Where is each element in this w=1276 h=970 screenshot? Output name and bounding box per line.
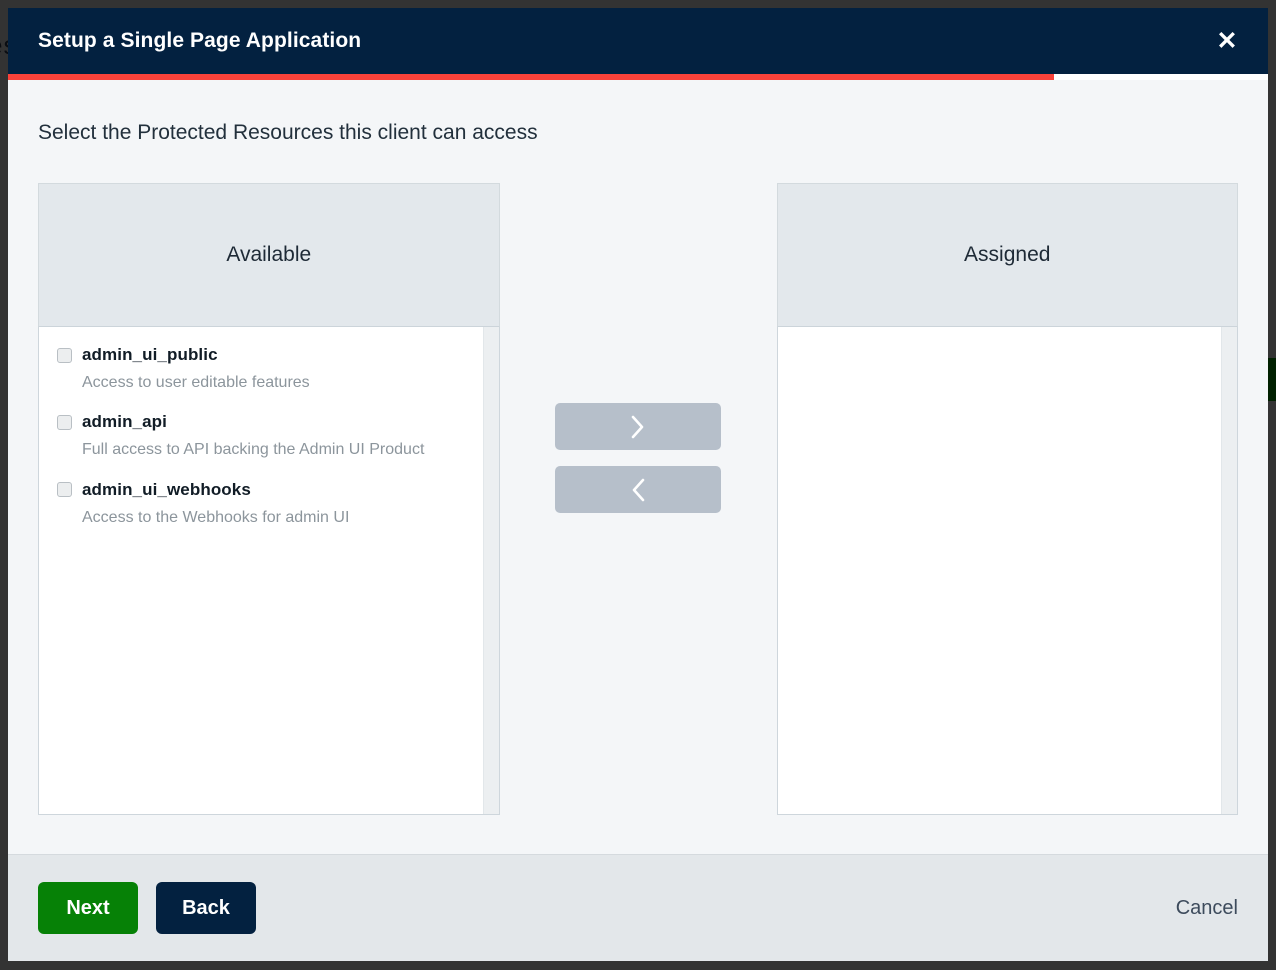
chevron-left-icon bbox=[630, 477, 646, 503]
assigned-panel-title: Assigned bbox=[964, 243, 1050, 267]
list-item-row[interactable]: admin_api bbox=[57, 412, 467, 432]
list-item[interactable]: admin_ui_webhooks Access to the Webhooks … bbox=[39, 480, 483, 527]
resource-checkbox[interactable] bbox=[57, 415, 72, 430]
cancel-button[interactable]: Cancel bbox=[1176, 897, 1238, 920]
transfer-buttons bbox=[500, 183, 777, 513]
list-item[interactable]: admin_ui_public Access to user editable f… bbox=[39, 345, 483, 392]
modal-title: Setup a Single Page Application bbox=[38, 29, 361, 53]
unassign-button[interactable] bbox=[555, 466, 721, 513]
modal-footer: Next Back Cancel bbox=[8, 854, 1268, 961]
resource-checkbox[interactable] bbox=[57, 348, 72, 363]
assigned-panel-header: Assigned bbox=[777, 183, 1239, 327]
resource-checkbox[interactable] bbox=[57, 482, 72, 497]
available-panel-title: Available bbox=[226, 243, 311, 267]
back-button[interactable]: Back bbox=[156, 882, 256, 934]
modal-body: Select the Protected Resources this clie… bbox=[8, 80, 1268, 854]
modal-header: Setup a Single Page Application ✕ bbox=[8, 8, 1268, 74]
assigned-list[interactable] bbox=[777, 327, 1239, 815]
assign-button[interactable] bbox=[555, 403, 721, 450]
page-title: Select the Protected Resources this clie… bbox=[38, 80, 1238, 145]
available-list[interactable]: admin_ui_public Access to user editable f… bbox=[38, 327, 500, 815]
resource-description: Access to user editable features bbox=[82, 373, 467, 392]
list-item[interactable]: admin_api Full access to API backing the … bbox=[39, 412, 483, 459]
assigned-list-scrollbar[interactable] bbox=[1221, 327, 1237, 814]
resource-name: admin_ui_public bbox=[82, 345, 218, 365]
setup-wizard-modal: Setup a Single Page Application ✕ Select… bbox=[8, 8, 1268, 961]
list-item-row[interactable]: admin_ui_public bbox=[57, 345, 467, 365]
footer-cancel: Cancel bbox=[1176, 897, 1238, 920]
available-list-scrollbar[interactable] bbox=[483, 327, 499, 814]
available-panel-header: Available bbox=[38, 183, 500, 327]
chevron-right-icon bbox=[630, 414, 646, 440]
next-button[interactable]: Next bbox=[38, 882, 138, 934]
list-item-row[interactable]: admin_ui_webhooks bbox=[57, 480, 467, 500]
resource-name: admin_api bbox=[82, 412, 167, 432]
assigned-panel: Assigned bbox=[777, 183, 1239, 815]
resource-name: admin_ui_webhooks bbox=[82, 480, 251, 500]
screen: es Setup a Single Page Application ✕ Sel… bbox=[0, 0, 1276, 970]
available-panel: Available admin_ui_public Access to user … bbox=[38, 183, 500, 815]
resource-description: Access to the Webhooks for admin UI bbox=[82, 508, 467, 527]
close-icon[interactable]: ✕ bbox=[1210, 24, 1244, 58]
resource-description: Full access to API backing the Admin UI … bbox=[82, 440, 467, 459]
footer-actions: Next Back bbox=[38, 882, 256, 934]
dual-list-selector: Available admin_ui_public Access to user … bbox=[38, 183, 1238, 815]
